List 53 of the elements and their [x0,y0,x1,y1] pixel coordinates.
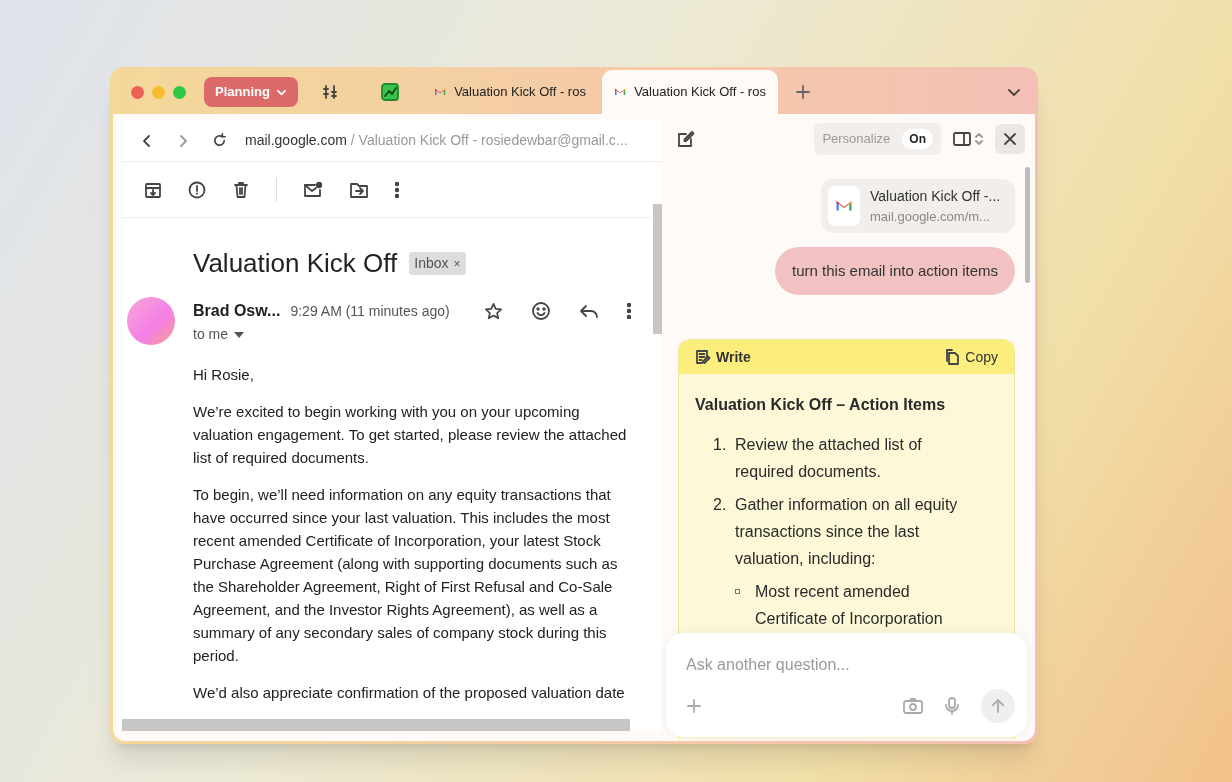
attachment-url: mail.google.com/m... [870,207,991,226]
recipient-dropdown[interactable]: to me [193,324,244,345]
arrow-up-icon [991,699,1005,713]
compose-icon[interactable] [677,130,695,148]
close-button[interactable] [995,124,1025,154]
email-paragraph: We’re excited to begin working with you on your upcoming valuation engagement. To get started, please review the attached list of required documents. [193,402,628,468]
report-spam-icon[interactable] [188,180,206,199]
tab[interactable]: Valuation Kick Off - ros [421,70,598,114]
sidebar-icon [953,132,971,146]
more-icon[interactable] [626,303,631,319]
delete-icon[interactable] [232,180,250,199]
user-message: turn this email into action items [775,247,1015,295]
remove-label-button[interactable]: × [453,254,461,273]
email-subject: Valuation Kick Off [193,247,398,280]
email-paragraph: To begin, we’ll need information on any equity transactions that have occurred since your last valuation. This includes the most recent amended Certificate of Incorporation, your latest Stock Purchase Agreement (along with supporting documents such as the Shareholder Agreement, Right of First Refusal and Co-Sale Agreement, and the Investor Rights Agreement), as well as a summary of any secondary sales of company stock during this period. [193,485,619,666]
move-to-folder-icon[interactable] [349,180,369,199]
list-item-text: Gather information on all equity transactions since the last valuation, including: [735,495,959,569]
attachment-title: Valuation Kick Off -... [870,186,1001,206]
emoji-icon[interactable] [530,301,551,321]
copy-icon [944,349,961,365]
tools-icon [321,84,338,100]
bullet-icon [735,589,740,594]
personalize-label: Personalize [822,130,891,149]
list-item-text: Review the attached list of required documents. [735,435,923,482]
email-paragraph: Hi Rosie, [193,365,255,385]
more-icon[interactable] [395,181,399,198]
updown-icon [975,133,983,145]
write-button[interactable]: Write [695,346,751,368]
reply-icon[interactable] [578,303,599,319]
email-paragraph: We’d also appreciate confirmation of the proposed valuation date [193,683,626,703]
caret-icon [234,331,244,338]
response-heading: Valuation Kick Off – Action Items [695,395,947,415]
plus-icon[interactable] [795,85,810,99]
copy-button[interactable]: Copy [944,346,998,368]
reload-icon[interactable] [212,133,227,148]
list-number: 1. [713,435,728,455]
list-item-text: Most recent amended Certificate of Incorporation [755,582,944,629]
close-icon [1003,132,1017,146]
archive-icon[interactable] [144,180,162,199]
tab[interactable]: Valuation Kick Off - ros [601,70,778,114]
sender-avatar [127,297,175,345]
address-bar[interactable]: mail.google.com / Valuation Kick Off - rosiedewbar@gmail.c... [245,130,628,151]
mark-unread-icon[interactable] [303,180,323,199]
star-icon[interactable] [483,301,503,321]
sidebar-layout-button[interactable] [953,132,983,146]
email-time: 9:29 AM (11 minutes ago) [290,301,450,321]
note-icon [695,349,711,365]
chart-icon [380,83,399,101]
toggle-switch[interactable]: On [902,129,933,149]
list-number: 2. [713,495,728,515]
label-chip: Inbox × [409,252,466,275]
input-field[interactable]: Ask another question... [686,653,1007,677]
sender-name: Brad Osw... [193,301,281,321]
